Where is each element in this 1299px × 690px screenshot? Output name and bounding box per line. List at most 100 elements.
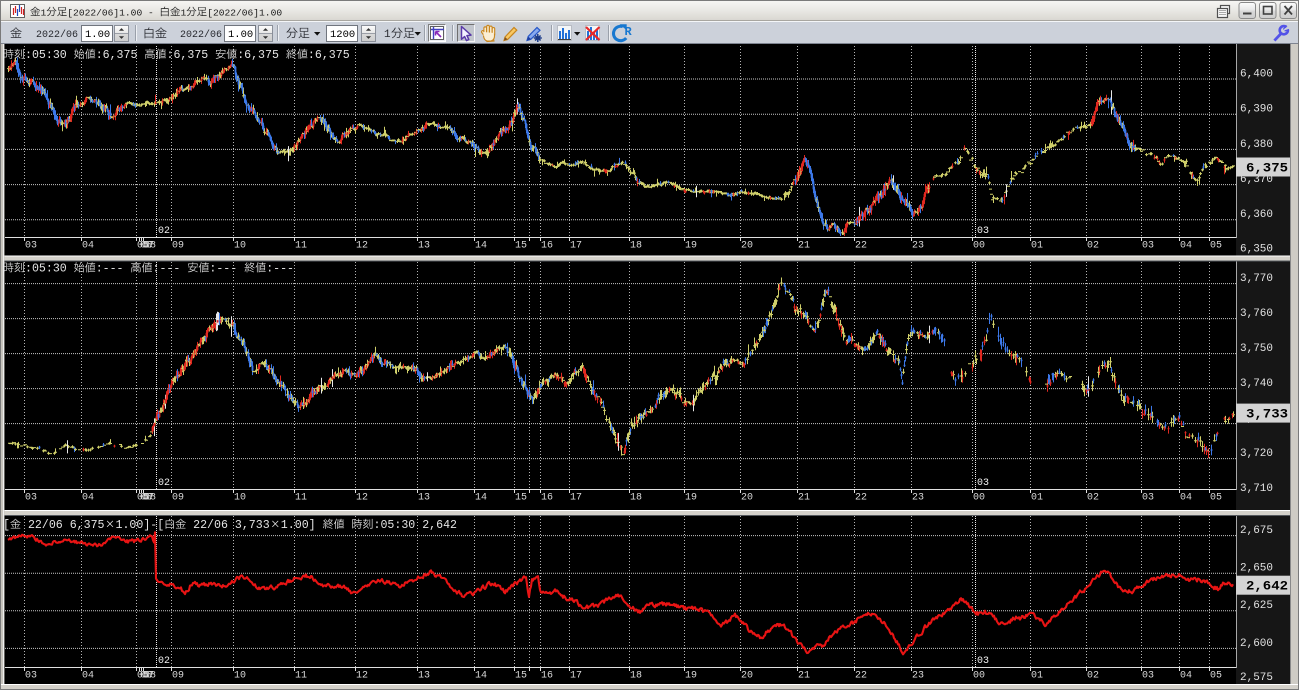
svg-text:19: 19: [685, 671, 697, 682]
svg-text:20: 20: [741, 493, 753, 504]
svg-text:13: 13: [418, 241, 430, 252]
svg-text::6,375: :6,375: [308, 49, 350, 62]
svg-text:20: 20: [741, 671, 753, 682]
svg-text:22: 22: [855, 671, 867, 682]
svg-text:2,600: 2,600: [1240, 638, 1273, 650]
svg-text:03: 03: [1142, 493, 1154, 504]
svg-text:02: 02: [1087, 671, 1099, 682]
svg-text:02: 02: [1087, 241, 1099, 252]
svg-text::6,375: :6,375: [96, 49, 145, 62]
svg-text:15: 15: [515, 493, 527, 504]
svg-text:19: 19: [685, 241, 697, 252]
svg-text:03: 03: [977, 226, 989, 237]
svg-text:1: 1: [41, 8, 47, 19]
svg-text:22: 22: [855, 241, 867, 252]
svg-text:14: 14: [475, 671, 487, 682]
svg-text:3,750: 3,750: [1240, 343, 1273, 355]
svg-text:20: 20: [741, 241, 753, 252]
svg-text:01: 01: [1031, 671, 1043, 682]
svg-text:2022/06: 2022/06: [36, 29, 78, 41]
svg-text:1.00: 1.00: [85, 29, 110, 41]
svg-text:04: 04: [82, 671, 94, 682]
svg-text:00: 00: [973, 671, 985, 682]
svg-text::6,375: :6,375: [167, 49, 216, 62]
svg-text:1.00]: 1.00]: [281, 519, 323, 532]
svg-text::05:30: :05:30: [25, 49, 74, 62]
svg-text:3,733: 3,733: [1246, 407, 1288, 422]
svg-text:2,642: 2,642: [1246, 579, 1288, 594]
svg-text:02: 02: [158, 226, 170, 237]
svg-text:12: 12: [356, 671, 368, 682]
svg-text:21: 21: [798, 671, 810, 682]
svg-text::05:30 2,642: :05:30 2,642: [374, 519, 458, 532]
svg-text:R: R: [625, 25, 633, 39]
svg-text:[: [: [3, 519, 10, 532]
svg-text:[2022/06]1.00: [2022/06]1.00: [207, 8, 282, 19]
svg-text:2,575: 2,575: [1240, 672, 1273, 684]
svg-text:00: 00: [973, 241, 985, 252]
svg-text:17: 17: [570, 493, 582, 504]
svg-text:05: 05: [1210, 671, 1222, 682]
svg-text:16: 16: [541, 241, 553, 252]
svg-text:6,360: 6,360: [1240, 209, 1273, 221]
svg-text:23: 23: [912, 241, 924, 252]
svg-text::6,375: :6,375: [237, 49, 286, 62]
svg-text:18: 18: [630, 671, 642, 682]
svg-text::---: :---: [209, 263, 244, 276]
svg-text:16: 16: [541, 493, 553, 504]
svg-text:05: 05: [1210, 493, 1222, 504]
svg-text:21: 21: [798, 493, 810, 504]
svg-text:03: 03: [977, 478, 989, 489]
svg-text:3,760: 3,760: [1240, 308, 1273, 320]
svg-text:22/06 6,375: 22/06 6,375: [21, 519, 105, 532]
svg-text:11: 11: [295, 241, 307, 252]
svg-text:6,400: 6,400: [1240, 68, 1273, 80]
svg-text:08: 08: [144, 241, 156, 252]
svg-text:13: 13: [418, 493, 430, 504]
svg-text:3,710: 3,710: [1240, 483, 1273, 495]
svg-text:00: 00: [973, 493, 985, 504]
svg-text:04: 04: [82, 493, 94, 504]
svg-text:01: 01: [1031, 493, 1043, 504]
svg-text:09: 09: [172, 671, 184, 682]
svg-text:6,350: 6,350: [1240, 243, 1273, 255]
svg-text:1.00: 1.00: [228, 29, 253, 41]
svg-text:1200: 1200: [330, 29, 355, 41]
svg-text:3,740: 3,740: [1240, 378, 1273, 390]
svg-text:05: 05: [1210, 241, 1222, 252]
svg-text::---: :---: [266, 263, 294, 276]
svg-text:15: 15: [515, 671, 527, 682]
svg-text:22/06 3,733: 22/06 3,733: [186, 519, 270, 532]
svg-text:6,375: 6,375: [1246, 161, 1288, 176]
svg-text:18: 18: [630, 493, 642, 504]
svg-text::05:30: :05:30: [25, 263, 74, 276]
svg-text:2,625: 2,625: [1240, 600, 1273, 612]
svg-text:16: 16: [541, 671, 553, 682]
svg-text:09: 09: [172, 241, 184, 252]
svg-text:1: 1: [181, 8, 187, 19]
svg-text:04: 04: [1180, 671, 1192, 682]
svg-text:17: 17: [570, 671, 582, 682]
svg-text:1.00]-[: 1.00]-[: [116, 519, 165, 532]
svg-text:04: 04: [82, 241, 94, 252]
svg-text:6,390: 6,390: [1240, 104, 1273, 116]
svg-text:15: 15: [515, 241, 527, 252]
svg-text:18: 18: [630, 241, 642, 252]
svg-text:03: 03: [25, 493, 37, 504]
svg-text:23: 23: [912, 671, 924, 682]
svg-text:03: 03: [1142, 241, 1154, 252]
svg-text:04: 04: [1180, 493, 1192, 504]
svg-text:03: 03: [977, 656, 989, 667]
svg-text:2,675: 2,675: [1240, 525, 1273, 537]
svg-text:10: 10: [234, 241, 246, 252]
svg-text:03: 03: [25, 671, 37, 682]
svg-text:01: 01: [1031, 241, 1043, 252]
svg-text:10: 10: [234, 493, 246, 504]
svg-text:04: 04: [1180, 241, 1192, 252]
svg-text:23: 23: [912, 493, 924, 504]
svg-text:11: 11: [295, 671, 307, 682]
svg-text:10: 10: [234, 671, 246, 682]
svg-text:21: 21: [798, 241, 810, 252]
svg-text:22: 22: [855, 493, 867, 504]
svg-text:2022/06: 2022/06: [180, 29, 222, 41]
